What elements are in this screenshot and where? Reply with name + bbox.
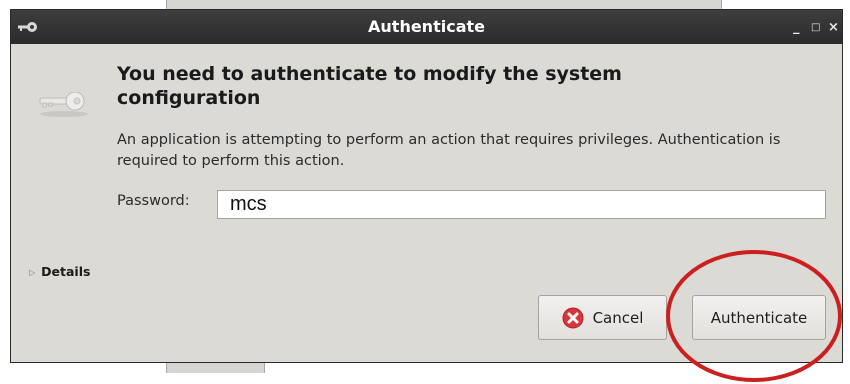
window-title: Authenticate [368, 17, 485, 36]
key-icon [37, 91, 91, 122]
cancel-icon [562, 307, 584, 329]
details-label: Details [41, 264, 91, 279]
background-window-fragment [166, 362, 265, 373]
authenticate-button-label: Authenticate [710, 308, 808, 327]
cancel-button[interactable]: Cancel [538, 295, 667, 340]
password-field[interactable]: mcs [217, 190, 826, 219]
dialog-heading: You need to authenticate to modify the s… [117, 63, 622, 109]
details-expander[interactable]: ▷ Details [29, 264, 90, 279]
minimize-button[interactable]: _ [793, 10, 800, 44]
titlebar: Authenticate _ □ × [11, 10, 842, 44]
maximize-button[interactable]: □ [811, 10, 820, 44]
password-label: Password: [117, 193, 190, 209]
expander-triangle-icon: ▷ [29, 268, 36, 277]
dialog-description: An application is attempting to perform … [117, 132, 781, 169]
cancel-button-label: Cancel [592, 308, 644, 327]
authenticate-dialog: Authenticate _ □ × You need to authentic… [10, 9, 843, 363]
authenticate-button[interactable]: Authenticate [692, 295, 826, 340]
close-button[interactable]: × [828, 10, 839, 44]
